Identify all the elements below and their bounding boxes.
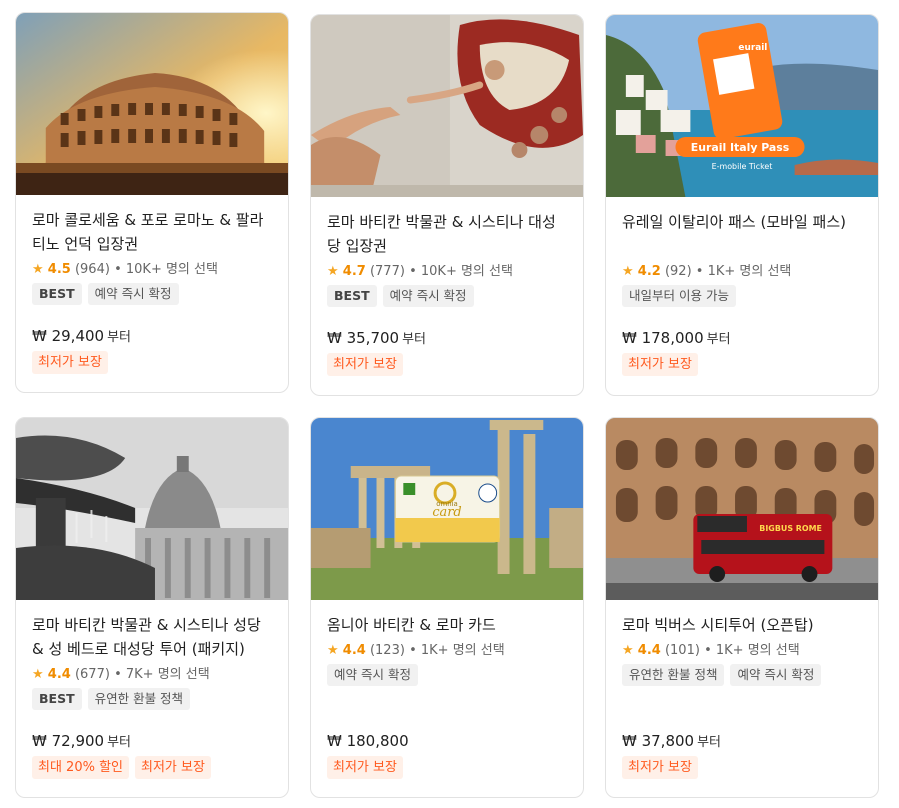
tag-flexible-refund: 유연한 환불 정책 xyxy=(87,688,191,710)
tag-instant-confirm: 예약 즉시 확정 xyxy=(87,283,179,305)
big-bus-colosseum-photo: BIGBUS ROME xyxy=(606,418,878,600)
product-card-vatican-tour-package[interactable]: 로마 바티칸 박물관 & 시스티나 성당 & 성 베드로 대성당 투어 (패키지… xyxy=(15,417,289,798)
tag-flexible-refund: 유연한 환불 정책 xyxy=(622,664,725,686)
roman-forum-omnia-card-photo: card omnia xyxy=(311,418,583,600)
star-icon: ★ xyxy=(32,667,44,682)
product-card-big-bus[interactable]: BIGBUS ROME 로마 빅버스 시티투어 (오픈탑) ★ 4.4 (101… xyxy=(605,417,879,798)
tag-list: BEST 예약 즉시 확정 xyxy=(327,285,567,307)
tag-list: 내일부터 이용 가능 xyxy=(622,285,862,307)
product-title: 로마 바티칸 박물관 & 시스티나 대성당 입장권 xyxy=(327,213,556,255)
tag-list: 예약 즉시 확정 xyxy=(327,664,567,686)
st-peters-basilica-fountain-photo xyxy=(16,418,288,600)
rating-score: 4.5 xyxy=(47,262,71,277)
tag-list: BEST 유연한 환불 정책 xyxy=(32,688,272,710)
review-count: (101) xyxy=(664,643,700,658)
promo-best-price: 최저가 보장 xyxy=(327,756,403,779)
star-icon: ★ xyxy=(327,264,339,279)
product-card-colosseum[interactable]: 로마 콜로세움 & 포로 로마노 & 팔라티노 언덕 입장권 ★ 4.5 (96… xyxy=(15,12,289,393)
star-icon: ★ xyxy=(32,262,44,277)
price: ₩ 29,400 부터 xyxy=(32,327,132,345)
price-area: ₩ 178,000 부터 최저가 보장 xyxy=(622,328,731,376)
eurail-brand-label: eurail xyxy=(738,43,767,53)
rating-row: ★ 4.4 (677) • 7K+ 명의 선택 xyxy=(32,663,272,682)
rating-score: 4.4 xyxy=(637,643,661,658)
rating-row: ★ 4.7 (777) • 10K+ 명의 선택 xyxy=(327,260,567,279)
review-count: (92) xyxy=(664,264,692,279)
price-area: ₩ 180,800 최저가 보장 xyxy=(327,732,412,779)
tag-list: BEST 예약 즉시 확정 xyxy=(32,283,272,305)
booked-count: • 10K+ 명의 선택 xyxy=(114,262,218,277)
promo-best-price: 최저가 보장 xyxy=(622,353,698,376)
tag-list: 유연한 환불 정책 예약 즉시 확정 xyxy=(622,664,862,686)
rating-row: ★ 4.5 (964) • 10K+ 명의 선택 xyxy=(32,258,272,277)
product-title: 로마 빅버스 시티투어 (오픈탑) xyxy=(622,616,814,634)
price: ₩ 72,900 부터 xyxy=(32,732,132,750)
review-count: (677) xyxy=(74,667,110,682)
promo-discount: 최대 20% 할인 xyxy=(32,756,129,779)
review-count: (777) xyxy=(369,264,405,279)
booked-count: • 7K+ 명의 선택 xyxy=(114,667,210,682)
tag-best: BEST xyxy=(327,285,377,307)
product-title: 옴니아 바티칸 & 로마 카드 xyxy=(327,616,496,634)
booked-count: • 10K+ 명의 선택 xyxy=(409,264,513,279)
booked-count: • 1K+ 명의 선택 xyxy=(704,643,800,658)
eurail-italy-pass-coast-photo: Eurail Italy Pass E-mobile Ticket eurail xyxy=(606,15,878,197)
tag-best: BEST xyxy=(32,688,82,710)
promo-best-price: 최저가 보장 xyxy=(622,756,698,779)
review-count: (964) xyxy=(74,262,110,277)
tag-instant-confirm: 예약 즉시 확정 xyxy=(382,285,474,307)
product-title: 유레일 이탈리아 패스 (모바일 패스) xyxy=(622,213,846,231)
product-title: 로마 바티칸 박물관 & 시스티나 성당 & 성 베드로 대성당 투어 (패키지… xyxy=(32,616,261,658)
star-icon: ★ xyxy=(622,643,634,658)
eurail-mobile-ticket-label: E-mobile Ticket xyxy=(712,162,773,171)
price: ₩ 35,700 부터 xyxy=(327,329,427,347)
booked-count: • 1K+ 명의 선택 xyxy=(695,264,792,279)
omnia-brand-label: omnia xyxy=(436,500,458,508)
price-area: ₩ 29,400 부터 최저가 보장 xyxy=(32,326,131,374)
star-icon: ★ xyxy=(622,264,634,279)
price-area: ₩ 35,700 부터 최저가 보장 xyxy=(327,328,426,376)
tag-available-from-tomorrow: 내일부터 이용 가능 xyxy=(622,285,736,307)
tag-instant-confirm: 예약 즉시 확정 xyxy=(730,664,822,686)
price: ₩ 37,800 부터 xyxy=(622,732,722,750)
product-card-eurail-italy-pass[interactable]: Eurail Italy Pass E-mobile Ticket eurail… xyxy=(605,14,879,396)
tag-best: BEST xyxy=(32,283,82,305)
star-icon: ★ xyxy=(327,643,339,658)
price-area: ₩ 37,800 부터 최저가 보장 xyxy=(622,731,721,779)
review-count: (123) xyxy=(369,643,405,658)
price: ₩ 178,000 부터 xyxy=(622,329,731,347)
tag-instant-confirm: 예약 즉시 확정 xyxy=(327,664,418,686)
booked-count: • 1K+ 명의 선택 xyxy=(409,643,505,658)
rating-score: 4.7 xyxy=(342,264,366,279)
bus-brand-label: BIGBUS ROME xyxy=(759,524,822,533)
promo-best-price: 최저가 보장 xyxy=(135,756,211,779)
product-card-omnia-card[interactable]: card omnia 옴니아 바티칸 & 로마 카드 ★ 4.4 (123) •… xyxy=(310,417,584,798)
price-area: ₩ 72,900 부터 최대 20% 할인 최저가 보장 xyxy=(32,731,211,779)
promo-best-price: 최저가 보장 xyxy=(32,351,108,374)
product-title: 로마 콜로세움 & 포로 로마노 & 팔라티노 언덕 입장권 xyxy=(32,211,264,253)
colosseum-sunset-photo xyxy=(16,13,288,195)
creation-of-adam-fresco-photo xyxy=(311,15,583,197)
rating-row: ★ 4.4 (123) • 1K+ 명의 선택 xyxy=(327,639,567,658)
rating-score: 4.4 xyxy=(342,643,366,658)
eurail-pass-label: Eurail Italy Pass xyxy=(691,141,789,154)
rating-row: ★ 4.4 (101) • 1K+ 명의 선택 xyxy=(622,639,862,658)
promo-best-price: 최저가 보장 xyxy=(327,353,403,376)
product-card-vatican-museum[interactable]: 로마 바티칸 박물관 & 시스티나 대성당 입장권 ★ 4.7 (777) • … xyxy=(310,14,584,396)
rating-row: ★ 4.2 (92) • 1K+ 명의 선택 xyxy=(622,260,862,279)
price: ₩ 180,800 xyxy=(327,732,409,750)
rating-score: 4.4 xyxy=(47,667,71,682)
rating-score: 4.2 xyxy=(637,264,661,279)
